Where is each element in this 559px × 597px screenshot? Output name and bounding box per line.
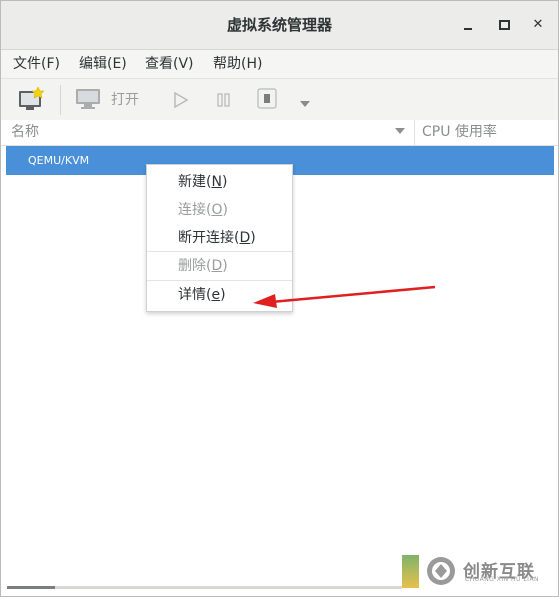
sort-arrow-icon (395, 128, 405, 134)
watermark-logo: 创新互联 CHUANG XIN HU LIAN (425, 555, 555, 587)
ctx-item-disconnect-label: 断开连接(D) (178, 230, 256, 246)
ctx-item-delete[interactable]: 删除(D) (178, 257, 228, 275)
column-cpu-usage[interactable]: CPU 使用率 (422, 120, 497, 145)
chevron-down-icon (300, 101, 310, 107)
play-icon (174, 91, 189, 109)
connection-label: QEMU/KVM (28, 154, 90, 167)
pause-icon (217, 93, 230, 107)
ctx-item-details[interactable]: 详情(e) (178, 286, 226, 304)
menu-view[interactable]: 查看(V) (145, 50, 194, 78)
monitor-icon (76, 89, 100, 109)
menu-bar: 文件(F) 编辑(E) 查看(V) 帮助(H) (1, 50, 558, 79)
menu-file[interactable]: 文件(F) (13, 50, 60, 78)
ctx-item-details-label: 详情(e) (178, 287, 226, 303)
virt-manager-window: 虚拟系统管理器 ✕ 文件(F) 编辑(E) 查看(V) 帮助(H) 打开 名称 … (0, 0, 559, 597)
column-name[interactable]: 名称 (11, 120, 39, 145)
horizontal-scrollbar[interactable] (7, 586, 402, 589)
toolbar-separator (60, 85, 61, 115)
shutdown-button[interactable] (257, 88, 277, 114)
annotation-arrow (253, 285, 436, 308)
toolbar: 打开 (1, 79, 558, 121)
maximize-button[interactable] (494, 15, 514, 35)
menu-help[interactable]: 帮助(H) (213, 50, 262, 78)
open-button[interactable]: 打开 (75, 88, 139, 114)
ctx-item-delete-label: 删除(D) (178, 258, 228, 274)
menu-edit[interactable]: 编辑(E) (79, 50, 127, 78)
new-vm-button[interactable] (17, 86, 45, 116)
open-label: 打开 (111, 92, 139, 108)
shutdown-icon (257, 88, 277, 109)
title-bar: 虚拟系统管理器 ✕ (1, 1, 558, 50)
close-button[interactable]: ✕ (528, 15, 548, 35)
minimize-icon (464, 27, 472, 30)
close-icon: ✕ (532, 17, 544, 32)
run-button[interactable] (173, 91, 189, 113)
maximize-icon (498, 19, 510, 30)
ctx-item-new-label: 新建(N) (178, 174, 228, 190)
watermark-logo-icon (427, 557, 455, 585)
new-vm-icon (19, 86, 45, 110)
watermark-subtext: CHUANG XIN HU LIAN (465, 576, 540, 583)
scrollbar-thumb[interactable] (7, 586, 55, 589)
shutdown-dropdown-button[interactable] (299, 96, 311, 112)
partial-image-icon (402, 555, 419, 588)
ctx-item-connect[interactable]: 连接(O) (178, 201, 228, 219)
list-header: 名称 CPU 使用率 (1, 120, 558, 146)
minimize-button[interactable] (458, 15, 478, 35)
ctx-item-connect-label: 连接(O) (178, 202, 228, 218)
ctx-item-new[interactable]: 新建(N) (178, 173, 227, 191)
ctx-separator (147, 251, 292, 252)
ctx-item-disconnect[interactable]: 断开连接(D) (178, 229, 256, 247)
pause-button[interactable] (216, 91, 232, 113)
column-divider (414, 120, 415, 145)
